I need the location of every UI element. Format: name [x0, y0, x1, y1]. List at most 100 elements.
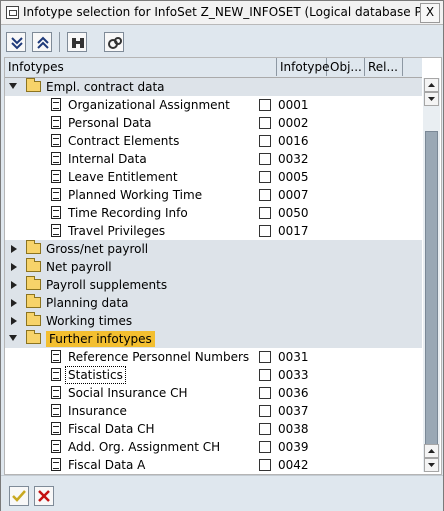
infotype-row[interactable]: Leave Entitlement 0005 — [5, 168, 422, 186]
infotype-row[interactable]: Travel Privileges 0017 — [5, 222, 422, 240]
infotype-label: Internal Data — [68, 152, 147, 166]
folder-row[interactable]: Payroll supplements — [5, 276, 422, 294]
infotype-checkbox[interactable] — [259, 351, 271, 363]
infotype-row[interactable]: Social Insurance CH 0036 — [5, 384, 422, 402]
arrow-up-icon — [428, 449, 435, 453]
continue-button[interactable] — [9, 486, 29, 506]
infotype-code: 0037 — [278, 404, 309, 418]
infotype-checkbox[interactable] — [259, 387, 271, 399]
infotype-row[interactable]: Fiscal Data CH 0038 — [5, 420, 422, 438]
toolbar-separator — [59, 32, 60, 52]
infotype-label: Reference Personnel Numbers — [68, 350, 250, 364]
folder-row[interactable]: Working times — [5, 312, 422, 330]
folder-row[interactable]: Empl. contract data — [5, 78, 422, 96]
scroll-down-small-button[interactable] — [424, 92, 439, 106]
collapse-all-icon — [37, 36, 49, 49]
collapse-all-button[interactable] — [32, 32, 52, 52]
infotype-label: Contract Elements — [68, 134, 180, 148]
infotype-row[interactable]: Contract Elements 0016 — [5, 132, 422, 150]
header-infotype[interactable]: Infotype — [277, 58, 330, 76]
scroll-up-small-button[interactable] — [424, 444, 439, 458]
collapse-triangle-icon[interactable] — [11, 299, 17, 307]
title-bar: Infotype selection for InfoSet Z_NEW_INF… — [1, 1, 443, 25]
collapse-triangle-icon[interactable] — [11, 263, 17, 271]
infotype-code: 0039 — [278, 440, 309, 454]
toolbar — [1, 25, 443, 59]
cancel-button[interactable] — [34, 486, 54, 506]
header-obj[interactable]: Obj... — [327, 58, 365, 76]
infotype-row[interactable]: Personal Data 0002 — [5, 114, 422, 132]
infotype-checkbox[interactable] — [259, 405, 271, 417]
infotype-checkbox[interactable] — [259, 369, 271, 381]
folder-row[interactable]: Planning data — [5, 294, 422, 312]
header-rel[interactable]: Rel... — [365, 58, 403, 76]
checkmark-icon — [12, 490, 26, 502]
collapse-triangle-icon[interactable] — [11, 281, 17, 289]
infotype-label: Add. Org. Assignment CH — [68, 440, 221, 454]
infotype-checkbox[interactable] — [259, 459, 271, 471]
infotype-row[interactable]: Time Recording Info 0050 — [5, 204, 422, 222]
document-icon — [51, 458, 61, 471]
folder-icon — [26, 240, 41, 254]
arrow-down-icon — [428, 97, 435, 101]
scroll-up-button[interactable] — [424, 78, 439, 92]
document-icon — [51, 116, 61, 129]
expand-all-icon — [11, 37, 23, 50]
header-infotypes[interactable]: Infotypes — [5, 58, 277, 76]
infotype-row[interactable]: Add. Org. Assignment CH 0039 — [5, 438, 422, 456]
document-icon — [51, 440, 61, 453]
infotype-row[interactable]: Organizational Assignment 0001 — [5, 96, 422, 114]
infotype-code: 0036 — [278, 386, 309, 400]
folder-row[interactable]: Net payroll — [5, 258, 422, 276]
infotype-checkbox[interactable] — [259, 99, 271, 111]
infotype-checkbox[interactable] — [259, 441, 271, 453]
find-next-icon — [108, 37, 122, 49]
infotype-checkbox[interactable] — [259, 207, 271, 219]
infotype-checkbox[interactable] — [259, 423, 271, 435]
infotype-code: 0017 — [278, 224, 309, 238]
scroll-down-button[interactable] — [424, 458, 439, 472]
infotype-label: Fiscal Data CH — [68, 422, 155, 436]
infotype-label: Planned Working Time — [68, 188, 203, 202]
folder-row-selected[interactable]: Further infotypes — [5, 330, 422, 348]
folder-label: Gross/net payroll — [46, 242, 149, 256]
infotype-row[interactable]: Reference Personnel Numbers 0031 — [5, 348, 422, 366]
scrollbar-thumb[interactable] — [425, 131, 438, 453]
folder-icon — [26, 294, 41, 308]
find-icon — [72, 38, 84, 48]
document-icon — [51, 152, 61, 165]
document-icon — [51, 368, 61, 381]
document-icon — [51, 170, 61, 183]
infotype-code: 0038 — [278, 422, 309, 436]
infotype-row[interactable]: Insurance 0037 — [5, 402, 422, 420]
folder-label: Empl. contract data — [46, 80, 165, 94]
infotype-row[interactable]: Planned Working Time 0007 — [5, 186, 422, 204]
collapse-triangle-icon[interactable] — [11, 317, 17, 325]
expand-triangle-icon[interactable] — [9, 83, 17, 89]
expand-all-button[interactable] — [6, 32, 26, 52]
folder-row[interactable]: Gross/net payroll — [5, 240, 422, 258]
infotype-checkbox[interactable] — [259, 135, 271, 147]
infotype-checkbox[interactable] — [259, 117, 271, 129]
infotype-checkbox[interactable] — [259, 171, 271, 183]
infotype-row[interactable]: Fiscal Data A 0042 — [5, 456, 422, 474]
find-button[interactable] — [67, 32, 87, 52]
folder-icon — [26, 312, 41, 326]
cancel-x-icon — [38, 490, 50, 502]
infotype-checkbox[interactable] — [259, 225, 271, 237]
infotype-code: 0031 — [278, 350, 309, 364]
find-next-button[interactable] — [104, 32, 124, 52]
infotype-row[interactable]: Internal Data 0032 — [5, 150, 422, 168]
infotype-row[interactable]: Statistics 0033 — [5, 366, 422, 384]
document-icon — [51, 134, 61, 147]
infotype-code: 0032 — [278, 152, 309, 166]
infotype-label-focused: Statistics — [65, 366, 126, 384]
infotype-checkbox[interactable] — [259, 189, 271, 201]
infotype-checkbox[interactable] — [259, 153, 271, 165]
vertical-scrollbar[interactable] — [423, 78, 440, 472]
collapse-triangle-icon[interactable] — [11, 245, 17, 253]
expand-triangle-icon[interactable] — [9, 335, 17, 341]
close-button[interactable]: X — [420, 3, 440, 23]
infotype-label: Fiscal Data A — [68, 458, 146, 472]
infotype-label: Social Insurance CH — [68, 386, 188, 400]
